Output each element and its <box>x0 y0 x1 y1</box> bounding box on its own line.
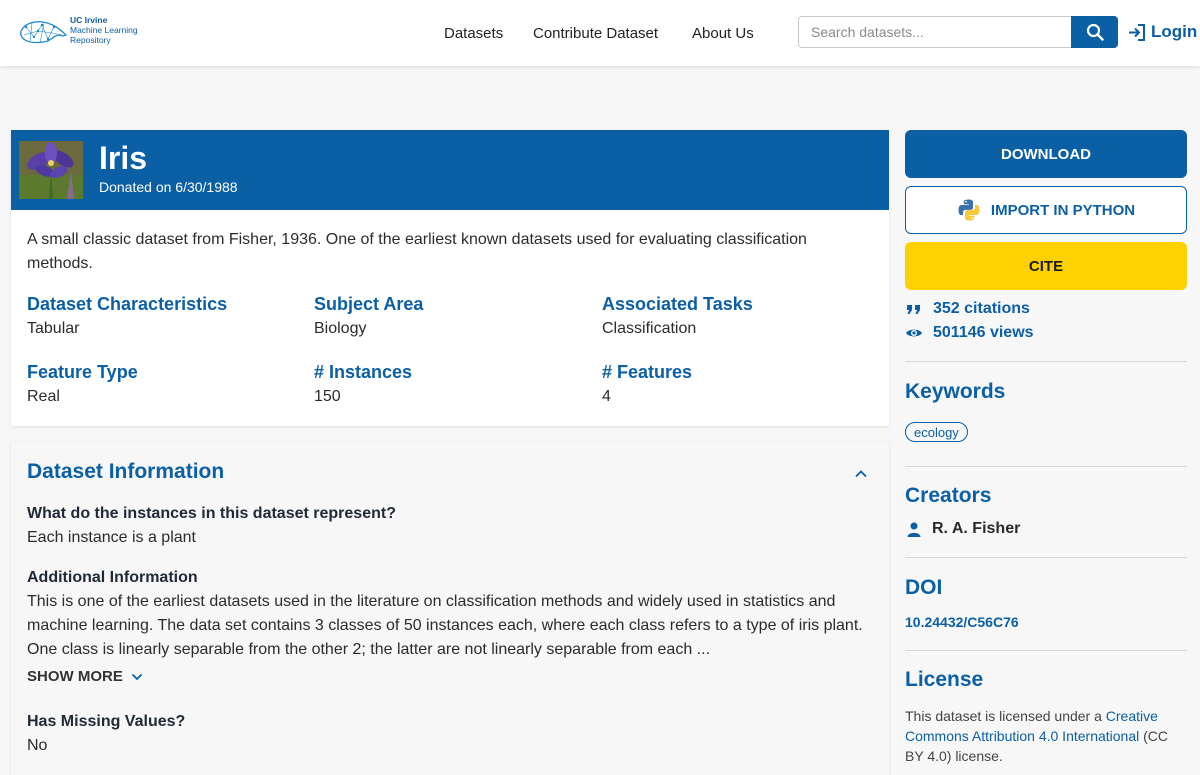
attr-label: # Instances <box>314 362 413 382</box>
divider <box>905 361 1187 362</box>
attr-value: Classification <box>602 320 697 337</box>
doi-title: DOI <box>905 576 943 599</box>
question-additional-info: Additional Information <box>27 569 198 586</box>
show-more-button[interactable]: SHOW MORE <box>27 668 143 685</box>
associated-tasks: Associated Tasks Classification <box>602 293 872 338</box>
citations-count: 352 citations <box>933 300 1030 317</box>
cite-label: CITE <box>1028 257 1064 275</box>
citations-stat[interactable]: 352 citations <box>905 300 1030 318</box>
attr-value: Tabular <box>27 320 80 337</box>
logo-line-1: UC Irvine <box>70 15 108 25</box>
keywords-title: Keywords <box>905 380 1006 403</box>
eye-icon <box>906 329 922 337</box>
divider <box>905 650 1187 651</box>
doi-link[interactable]: 10.24432/C56C76 <box>905 614 1019 630</box>
login-link[interactable]: Login <box>1128 20 1197 44</box>
dataset-summary-card: Iris Donated on 6/30/1988 A small classi… <box>11 130 889 426</box>
python-icon <box>958 199 980 221</box>
dataset-banner: Iris Donated on 6/30/1988 <box>11 130 889 210</box>
site-header: UC Irvine Machine Learning Repository Da… <box>0 0 1200 66</box>
nav-contribute-dataset[interactable]: Contribute Dataset <box>533 0 658 66</box>
feature-type: Feature Type Real <box>27 361 297 406</box>
keyword-tag[interactable]: ecology <box>905 422 968 442</box>
import-in-python-label: IMPORT IN PYTHON <box>990 201 1136 219</box>
show-more-label: SHOW MORE <box>27 668 123 685</box>
nav-about-us[interactable]: About Us <box>692 0 754 66</box>
dataset-title: Iris <box>99 140 148 176</box>
subject-area: Subject Area Biology <box>314 293 584 338</box>
instances-count: # Instances 150 <box>314 361 584 406</box>
views-count: 501146 views <box>933 324 1034 341</box>
uci-logo[interactable]: UC Irvine Machine Learning Repository <box>18 14 148 50</box>
attr-label: Feature Type <box>27 362 138 382</box>
search-button[interactable] <box>1071 16 1118 48</box>
attr-label: Subject Area <box>314 294 424 314</box>
creator-name: R. A. Fisher <box>932 520 1021 537</box>
search-input[interactable] <box>798 16 1071 48</box>
license-prefix: This dataset is licensed under a <box>905 708 1106 724</box>
nav-datasets[interactable]: Datasets <box>444 0 503 66</box>
search-icon <box>1086 23 1104 41</box>
creators-title: Creators <box>905 484 992 507</box>
license-title: License <box>905 668 984 691</box>
quote-icon <box>907 305 920 314</box>
login-icon <box>1129 23 1145 41</box>
attr-value: Biology <box>314 320 367 337</box>
answer-additional-info: This is one of the earliest datasets use… <box>27 593 863 658</box>
cite-button[interactable]: CITE <box>905 242 1187 290</box>
answer-missing-values: No <box>27 737 48 754</box>
dataset-description: A small classic dataset from Fisher, 193… <box>27 231 807 272</box>
creator-item: R. A. Fisher <box>907 520 1020 538</box>
divider <box>905 557 1187 558</box>
attr-value: Real <box>27 388 60 405</box>
chevron-down-icon <box>131 673 142 680</box>
chevron-up-icon <box>855 470 867 478</box>
question-missing-values: Has Missing Values? <box>27 713 186 730</box>
license-text: This dataset is licensed under a Creativ… <box>905 706 1190 766</box>
iris-thumbnail <box>19 141 83 199</box>
views-stat: 501146 views <box>905 324 1034 342</box>
donated-date: Donated on 6/30/1988 <box>99 179 238 195</box>
features-count: # Features 4 <box>602 361 872 406</box>
anteater-logo-icon <box>20 21 68 44</box>
logo-line-3: Repository <box>70 35 111 45</box>
attr-label: # Features <box>602 362 693 382</box>
answer-instances: Each instance is a plant <box>27 529 196 546</box>
question-instances: What do the instances in this dataset re… <box>27 505 396 522</box>
download-label: DOWNLOAD <box>1001 145 1091 163</box>
download-button[interactable]: DOWNLOAD <box>905 130 1187 178</box>
collapse-button[interactable] <box>854 466 868 484</box>
attr-value: 4 <box>602 388 611 405</box>
dataset-characteristics: Dataset Characteristics Tabular <box>27 293 297 338</box>
dataset-information-title: Dataset Information <box>27 460 225 483</box>
person-icon <box>907 522 921 537</box>
login-label: Login <box>1151 22 1198 41</box>
attr-label: Dataset Characteristics <box>27 294 228 314</box>
attr-value: 150 <box>314 388 341 405</box>
divider <box>905 466 1187 467</box>
attr-label: Associated Tasks <box>602 294 753 314</box>
logo-text: UC Irvine Machine Learning Repository <box>70 15 138 45</box>
logo-line-2: Machine Learning <box>70 25 138 35</box>
dataset-information-card: Dataset Information What do the instance… <box>11 442 889 775</box>
search-bar <box>798 16 1118 48</box>
import-in-python-button[interactable]: IMPORT IN PYTHON <box>905 186 1187 234</box>
